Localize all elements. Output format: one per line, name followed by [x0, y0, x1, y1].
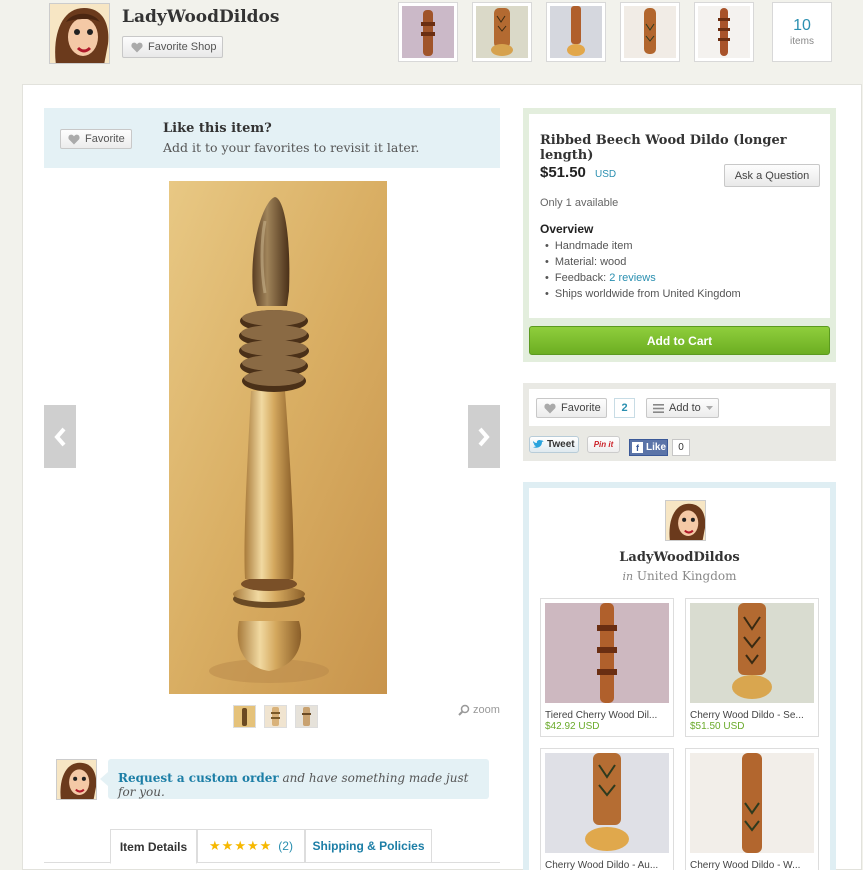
feedback-label: Feedback:	[554, 272, 610, 284]
shop-box-name[interactable]: LadyWoodDildos	[529, 550, 830, 565]
shop-thumb[interactable]	[620, 2, 680, 62]
item-title: Ribbed Beech Wood Dildo (longer length)	[540, 133, 787, 163]
favorite-label: Favorite	[561, 402, 601, 414]
shop-item-card[interactable]: Cherry Wood Dildo - Au...	[540, 748, 674, 870]
add-to-list-button[interactable]: Add to	[646, 398, 719, 418]
shop-location: in United Kingdom	[529, 569, 830, 583]
list-icon	[653, 403, 664, 413]
like-count: 0	[672, 439, 690, 456]
heart-icon	[68, 134, 80, 144]
reviews-link[interactable]: 2 reviews	[609, 272, 655, 284]
shop-info-panel: LadyWoodDildos in United Kingdom Tiered …	[529, 488, 830, 870]
shop-box-avatar[interactable]	[665, 500, 706, 541]
tab-reviews[interactable]: ★★★★★ (2)	[197, 829, 305, 863]
shop-item-title: Cherry Wood Dildo - Au...	[545, 860, 659, 870]
shop-thumb[interactable]	[472, 2, 532, 62]
ask-a-question-button[interactable]: Ask a Question	[724, 164, 820, 187]
tweet-label: Tweet	[547, 439, 575, 450]
buy-box: Ribbed Beech Wood Dildo (longer length) …	[523, 108, 836, 362]
favorite-bar: Favorite 2 Add to	[529, 389, 830, 426]
favorite-button[interactable]: Favorite	[536, 398, 607, 418]
favorite-item-button[interactable]: Favorite	[60, 129, 132, 149]
shop-item-title: Cherry Wood Dildo - W...	[690, 860, 801, 870]
item-tabs: Item Details ★★★★★ (2) Shipping & Polici…	[44, 829, 500, 864]
image-thumbnails	[233, 705, 318, 728]
shop-items-count[interactable]: 10 items	[772, 2, 832, 62]
favorite-count[interactable]: 2	[614, 398, 635, 418]
chevron-right-icon	[478, 427, 490, 446]
shop-header: LadyWoodDildos Favorite Shop 10 items	[0, 0, 863, 80]
shop-item-thumbnails	[398, 2, 754, 62]
shop-thumb[interactable]	[398, 2, 458, 62]
overview-list: Handmade item Material: wood Feedback: 2…	[545, 238, 741, 302]
request-custom-order-link[interactable]: Request a custom order	[118, 771, 279, 785]
image-thumb[interactable]	[233, 705, 256, 728]
like-label: Like	[646, 442, 667, 453]
facebook-icon: f	[632, 442, 643, 453]
image-thumb[interactable]	[264, 705, 287, 728]
shop-item-price: $51.50 USD	[690, 721, 745, 732]
twitter-bird-icon	[533, 440, 544, 448]
overview-item: Feedback: 2 reviews	[545, 270, 741, 286]
next-image-arrow[interactable]	[468, 405, 500, 468]
social-box: Favorite 2 Add to Tweet Pin it f Like 0	[523, 383, 836, 461]
caret-down-icon	[705, 405, 713, 410]
chevron-left-icon	[54, 427, 66, 446]
shop-item-card[interactable]: Cherry Wood Dildo - Se... $51.50 USD	[685, 598, 819, 737]
shop-item-price: $42.92 USD	[545, 721, 600, 732]
favorite-shop-label: Favorite Shop	[148, 41, 217, 53]
favorite-shop-button[interactable]: Favorite Shop	[122, 36, 223, 58]
like-subtitle: Add it to your favorites to revisit it l…	[163, 140, 420, 155]
overview-item: Material: wood	[545, 254, 741, 270]
availability-text: Only 1 available	[540, 197, 619, 209]
location-text: United Kingdom	[636, 569, 737, 583]
shop-item-title: Cherry Wood Dildo - Se...	[690, 710, 804, 721]
overview-item: Ships worldwide from United Kingdom	[545, 286, 741, 302]
seller-avatar[interactable]	[56, 759, 97, 800]
previous-image-arrow[interactable]	[44, 405, 76, 468]
item-price: $51.50	[540, 164, 586, 181]
shop-thumb[interactable]	[546, 2, 606, 62]
shop-name[interactable]: LadyWoodDildos	[122, 7, 279, 27]
review-count: (2)	[278, 839, 293, 853]
like-this-item-box: Favorite Like this item? Add it to your …	[44, 108, 500, 168]
tab-shipping-policies[interactable]: Shipping & Policies	[305, 829, 432, 863]
items-count-label: items	[790, 36, 814, 47]
heart-icon	[544, 403, 556, 413]
facebook-like-button[interactable]: f Like	[629, 439, 668, 456]
favorite-item-label: Favorite	[85, 133, 125, 145]
like-title: Like this item?	[163, 121, 272, 136]
tab-item-details[interactable]: Item Details	[110, 829, 197, 864]
add-to-label: Add to	[669, 402, 701, 414]
items-count-number: 10	[793, 17, 811, 34]
rating-stars: ★★★★★	[209, 838, 273, 853]
zoom-link[interactable]: zoom	[458, 704, 500, 716]
shop-item-title: Tiered Cherry Wood Dil...	[545, 710, 658, 721]
shop-info-box: LadyWoodDildos in United Kingdom Tiered …	[523, 482, 836, 870]
magnifier-icon	[458, 704, 470, 716]
main-product-image[interactable]	[169, 181, 387, 694]
add-to-cart-button[interactable]: Add to Cart	[529, 326, 830, 355]
overview-heading: Overview	[540, 222, 594, 236]
image-thumb[interactable]	[295, 705, 318, 728]
currency-label[interactable]: USD	[595, 169, 616, 180]
tweet-button[interactable]: Tweet	[529, 436, 579, 453]
item-info-panel: Ribbed Beech Wood Dildo (longer length) …	[529, 114, 830, 318]
shop-avatar[interactable]	[49, 3, 110, 64]
shop-thumb[interactable]	[694, 2, 754, 62]
overview-item: Handmade item	[545, 238, 741, 254]
custom-order-box: Request a custom order and have somethin…	[100, 759, 489, 799]
shop-item-card[interactable]: Cherry Wood Dildo - W...	[685, 748, 819, 870]
zoom-label: zoom	[473, 704, 500, 716]
pin-it-button[interactable]: Pin it	[587, 436, 620, 453]
shop-item-card[interactable]: Tiered Cherry Wood Dil... $42.92 USD	[540, 598, 674, 737]
location-prefix: in	[622, 570, 634, 583]
heart-icon	[131, 42, 143, 52]
